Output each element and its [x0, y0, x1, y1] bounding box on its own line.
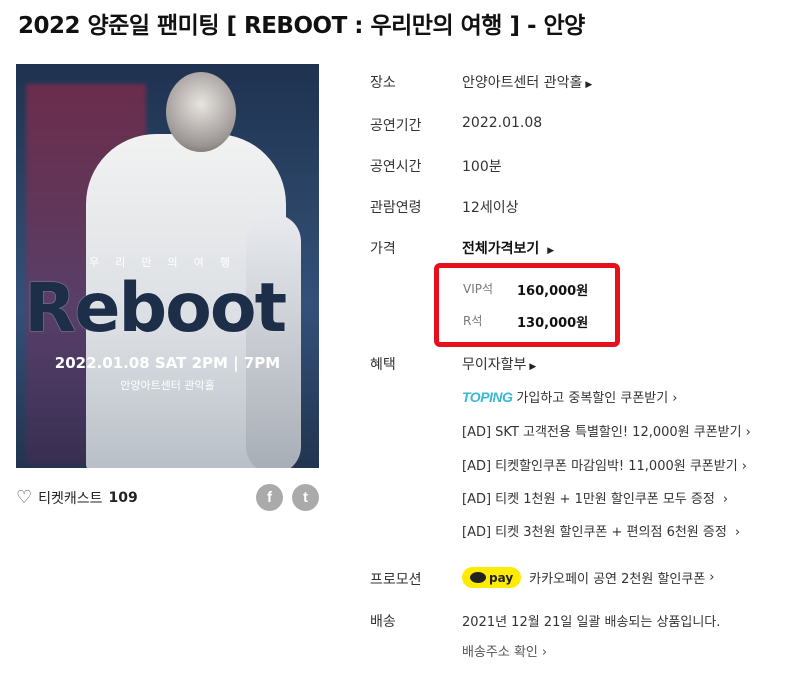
- toping-logo: TOPING: [462, 389, 513, 405]
- chevron-right-icon: ›: [741, 459, 747, 474]
- page-title: 2022 양준일 팬미팅 [ REBOOT : 우리만의 여행 ] - 안양: [18, 13, 585, 39]
- chevron-right-icon: ›: [722, 492, 729, 507]
- venue-label: 장소: [370, 75, 396, 91]
- poster-image: 우리만의여행 Reboot 2022.01.08 SAT 2PM | 7PM 안…: [16, 64, 319, 468]
- delivery-label: 배송: [370, 614, 396, 630]
- benefit-label: 혜택: [370, 357, 396, 373]
- like-label: 티켓캐스트: [38, 490, 103, 507]
- grade-price: 160,000원: [517, 284, 589, 299]
- poster-date: 2022.01.08 SAT 2PM | 7PM: [54, 354, 281, 372]
- runtime-label: 공연시간: [370, 159, 422, 175]
- view-all-prices-link[interactable]: 전체가격보기 ▶: [462, 238, 554, 258]
- runtime-value: 100분: [462, 159, 502, 175]
- price-row-r: R석 130,000원: [463, 312, 588, 331]
- period-label: 공연기간: [370, 118, 422, 134]
- caret-right-icon: ▶: [585, 80, 593, 90]
- poster-subtitle: 우리만의여행: [89, 256, 246, 269]
- twitter-share-icon[interactable]: t: [292, 484, 319, 511]
- poster-logo: Reboot: [24, 269, 287, 348]
- price-list-highlight: VIP석 160,000원 R석 130,000원: [434, 263, 620, 347]
- caret-right-icon: ▶: [529, 362, 537, 372]
- venue-link[interactable]: 안양아트센터 관악홀 ▶: [462, 72, 592, 92]
- caret-right-icon: ▶: [547, 246, 555, 256]
- poster-figure-head: [166, 72, 236, 152]
- kakaopay-promo-link[interactable]: pay 카카오페이 공연 2천원 할인쿠폰 ›: [462, 567, 715, 588]
- delivery-text: 2021년 12월 21일 일괄 배송되는 상품입니다.: [462, 615, 721, 630]
- grade-price: 130,000원: [517, 316, 589, 331]
- chevron-right-icon: ›: [734, 525, 741, 540]
- installment-link[interactable]: 무이자할부 ▶: [462, 354, 536, 374]
- grade-label: R석: [463, 314, 483, 328]
- age-value: 12세이상: [462, 200, 519, 216]
- toping-text: 가입하고 중복할인 쿠폰받기: [516, 391, 669, 406]
- like-count: 109: [108, 489, 138, 506]
- chevron-right-icon: ›: [672, 391, 678, 406]
- promotion-label: 프로모션: [370, 572, 422, 588]
- period-value: 2022.01.08: [462, 115, 543, 131]
- price-row-vip: VIP석 160,000원: [463, 280, 588, 299]
- like-button[interactable]: ♡ 티켓캐스트 109: [16, 487, 138, 508]
- chevron-right-icon: ›: [541, 645, 548, 660]
- facebook-share-icon[interactable]: f: [256, 484, 283, 511]
- heart-outline-icon: ♡: [16, 487, 33, 508]
- price-label: 가격: [370, 241, 396, 257]
- kakaopay-badge: pay: [462, 567, 522, 588]
- grade-label: VIP석: [463, 282, 494, 296]
- age-label: 관람연령: [370, 200, 422, 216]
- chevron-right-icon: ›: [709, 570, 715, 585]
- chevron-right-icon: ›: [745, 425, 751, 440]
- speech-bubble-icon: [470, 572, 486, 583]
- poster-venue: 안양아트센터 관악홀: [120, 379, 215, 392]
